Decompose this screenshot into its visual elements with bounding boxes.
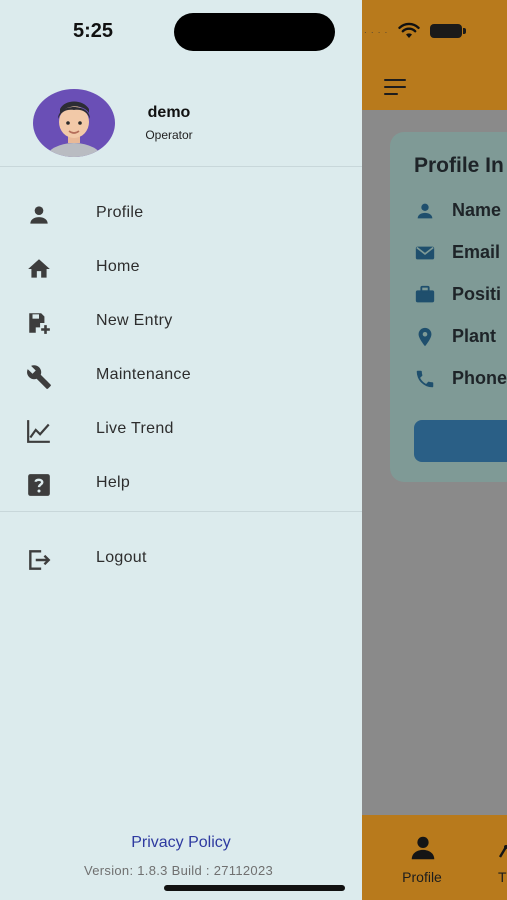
user-role: Operator: [145, 128, 193, 142]
profile-row-email: Email: [414, 240, 507, 266]
profile-row-label: Email: [452, 242, 501, 262]
bottom-tab-label: T: [498, 869, 507, 885]
profile-info-card: Profile In Name Email Positi Plant Phone: [390, 132, 507, 482]
mail-icon: [415, 246, 435, 260]
home-icon: [28, 259, 50, 278]
profile-row-name: Name: [414, 198, 507, 224]
menu-item-label: New Entry: [96, 312, 173, 329]
help-icon: [28, 474, 50, 496]
menu-item-logout[interactable]: Logout: [0, 535, 362, 583]
privacy-policy-link[interactable]: Privacy Policy: [0, 834, 362, 852]
menu-item-label: Maintenance: [96, 366, 191, 383]
menu-item-new-entry[interactable]: New Entry: [0, 298, 362, 346]
menu-item-label: Home: [96, 258, 140, 275]
briefcase-icon: [415, 285, 435, 303]
wifi-icon: [398, 22, 420, 38]
status-time: 5:25: [72, 20, 114, 42]
menu-item-label: Help: [96, 474, 131, 491]
menu-item-home[interactable]: Home: [0, 244, 362, 292]
profile-row-phone: Phone: [414, 366, 507, 392]
avatar: [33, 89, 115, 157]
new-entry-icon: [29, 313, 50, 334]
profile-card-title: Profile In: [414, 154, 504, 177]
profile-row-position: Positi: [414, 282, 507, 308]
hamburger-menu-icon[interactable]: [384, 79, 406, 95]
user-avatar-icon: [46, 101, 102, 157]
menu-item-profile[interactable]: Profile: [0, 190, 362, 238]
bottom-tab-profile[interactable]: Profile: [386, 833, 458, 893]
profile-row-label: Name: [452, 200, 502, 220]
header-divider: [0, 166, 362, 167]
version-text: Version: 1.8.3 Build : 27112023: [83, 863, 274, 878]
user-name: demo: [147, 104, 191, 121]
profile-row-label: Positi: [452, 284, 502, 304]
menu-item-label: Logout: [96, 549, 147, 566]
logout-icon: [29, 550, 51, 570]
phone-icon: [416, 370, 434, 388]
bottom-tab-label: Profile: [402, 869, 442, 885]
menu-item-label: Live Trend: [96, 420, 174, 437]
trend-chart-icon: [27, 420, 50, 443]
menu-divider: [0, 511, 362, 512]
home-indicator[interactable]: [164, 885, 345, 891]
navigation-drawer: 5:25 demo Operator Profile Home New Entr…: [0, 0, 362, 900]
menu-item-label: Profile: [96, 204, 144, 221]
person-icon: [30, 206, 48, 224]
tab-icon: [498, 844, 507, 858]
menu-item-help[interactable]: Help: [0, 460, 362, 508]
signal-icon: · · · ·: [364, 28, 389, 37]
profile-action-button[interactable]: [414, 420, 507, 462]
profile-row-label: Phone: [452, 368, 507, 388]
bottom-tab-next[interactable]: T: [494, 837, 507, 897]
dynamic-island: [174, 13, 335, 51]
profile-row-plant: Plant: [414, 324, 507, 350]
person-icon: [411, 836, 435, 860]
location-pin-icon: [418, 327, 432, 347]
profile-row-label: Plant: [452, 326, 497, 346]
bottom-navigation-bar: Profile T: [362, 815, 507, 900]
battery-icon: [430, 24, 466, 38]
wrench-icon: [27, 365, 51, 389]
person-icon: [417, 203, 433, 219]
menu-item-maintenance[interactable]: Maintenance: [0, 352, 362, 400]
menu-item-live-trend[interactable]: Live Trend: [0, 406, 362, 454]
status-icons: · · · ·: [362, 22, 507, 42]
